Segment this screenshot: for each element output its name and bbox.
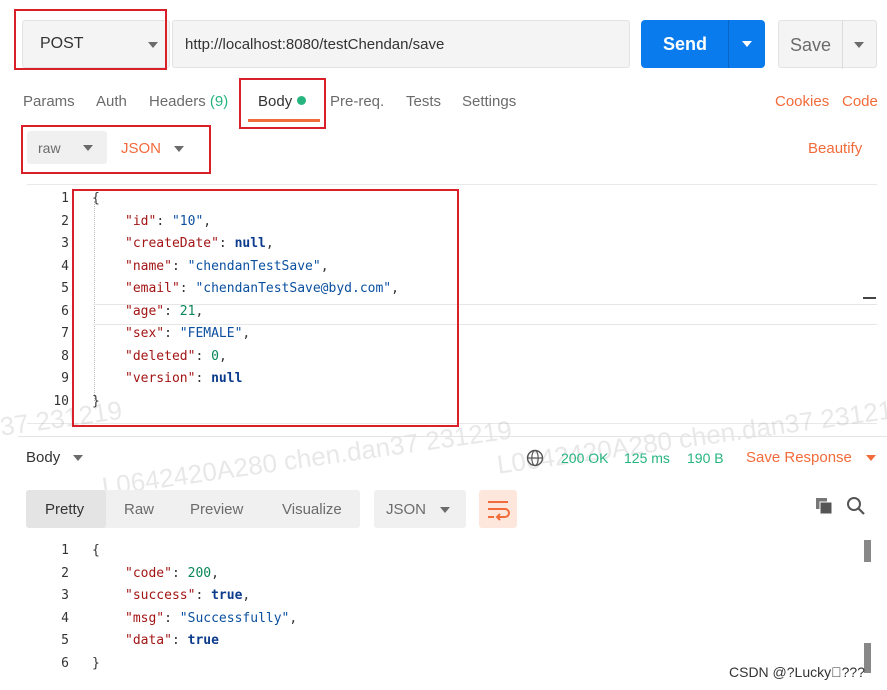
json-comma: , [211, 565, 219, 581]
response-time[interactable]: 125 ms [624, 450, 670, 466]
code-link[interactable]: Code [842, 93, 878, 110]
line-number: 4 [61, 610, 69, 626]
code-line: "data": true [125, 633, 219, 648]
response-body-viewer[interactable] [27, 538, 877, 678]
json-key: "msg" [125, 610, 165, 626]
chevron-down-icon [440, 507, 450, 513]
divider [842, 21, 843, 69]
scrollbar-thumb[interactable] [864, 643, 871, 673]
save-button[interactable]: Save [778, 20, 877, 69]
annotation-box-method [14, 9, 167, 70]
save-response-button[interactable]: Save Response [746, 449, 852, 466]
wrap-lines-icon [488, 501, 510, 521]
tab-params[interactable]: Params [23, 93, 75, 110]
json-value: 200 [187, 565, 212, 581]
line-number: 2 [61, 213, 69, 229]
scrollbar-thumb[interactable] [864, 540, 871, 562]
divider [728, 20, 729, 68]
send-button[interactable]: Send [641, 20, 765, 68]
json-comma: , [289, 610, 298, 626]
json-comma: , [242, 588, 251, 603]
attribution-text: CSDN @?Lucky ??? [729, 664, 865, 680]
scroll-marker [863, 297, 876, 299]
json-value: true [211, 588, 243, 603]
beautify-link[interactable]: Beautify [808, 140, 862, 157]
tab-visualize[interactable]: Visualize [282, 501, 342, 518]
line-number: 6 [61, 303, 69, 319]
line-number: 1 [61, 543, 69, 558]
url-text: http://localhost:8080/testChendan/save [185, 36, 445, 53]
save-label: Save [790, 35, 832, 55]
url-input[interactable]: http://localhost:8080/testChendan/save [172, 20, 630, 68]
response-format-select[interactable]: JSON [374, 490, 466, 528]
chevron-down-icon[interactable] [866, 455, 876, 461]
annotation-box-body-tab [239, 78, 326, 129]
response-body-label[interactable]: Body [26, 449, 60, 466]
chevron-down-icon[interactable] [73, 455, 83, 461]
tab-headers[interactable]: Headers (9) [149, 93, 228, 110]
response-size[interactable]: 190 B [687, 450, 724, 466]
tab-auth[interactable]: Auth [96, 93, 127, 110]
send-options-icon[interactable] [742, 41, 752, 47]
response-format-label: JSON [386, 501, 427, 518]
close-brace: } [92, 655, 100, 671]
section-divider [18, 436, 887, 437]
line-number: 4 [61, 258, 69, 274]
json-key: "success" [125, 588, 196, 603]
json-key: "data" [125, 633, 172, 648]
line-number: 5 [61, 633, 69, 648]
line-number: 6 [61, 655, 69, 671]
line-number: 7 [61, 326, 69, 341]
json-value: true [187, 633, 219, 648]
code-line: "code": 200, [125, 565, 219, 581]
line-number: 5 [61, 281, 69, 296]
annotation-box-body-type [21, 125, 211, 174]
send-label: Send [663, 34, 708, 54]
code-line: "msg": "Successfully", [125, 610, 298, 626]
annotation-box-request-json [72, 189, 459, 427]
line-number: 3 [61, 236, 69, 251]
line-number: 8 [61, 348, 69, 364]
globe-icon[interactable] [526, 449, 544, 467]
search-icon[interactable] [846, 496, 866, 516]
line-number: 2 [61, 565, 69, 581]
tab-settings[interactable]: Settings [462, 93, 516, 110]
line-number: 9 [61, 371, 69, 386]
cookies-link[interactable]: Cookies [775, 93, 829, 110]
json-key: "code" [125, 565, 172, 581]
json-value: "Successfully" [179, 610, 290, 626]
open-brace: { [92, 543, 100, 558]
save-options-icon[interactable] [854, 42, 864, 48]
tab-headers-label: Headers [149, 93, 206, 110]
line-number: 3 [61, 588, 69, 603]
line-number: 1 [61, 191, 69, 206]
tab-tests[interactable]: Tests [406, 93, 441, 110]
response-view-tabs: Pretty Raw Preview Visualize [26, 490, 360, 528]
copy-icon[interactable] [815, 497, 833, 515]
headers-count: (9) [209, 93, 229, 110]
tab-pre-request[interactable]: Pre-req. [330, 93, 384, 110]
status-code[interactable]: 200 OK [561, 450, 608, 466]
tab-pretty[interactable]: Pretty [45, 501, 84, 518]
code-line: "success": true, [125, 588, 251, 603]
tab-preview[interactable]: Preview [190, 501, 243, 518]
wrap-lines-button[interactable] [479, 490, 517, 528]
tab-raw[interactable]: Raw [124, 501, 154, 518]
